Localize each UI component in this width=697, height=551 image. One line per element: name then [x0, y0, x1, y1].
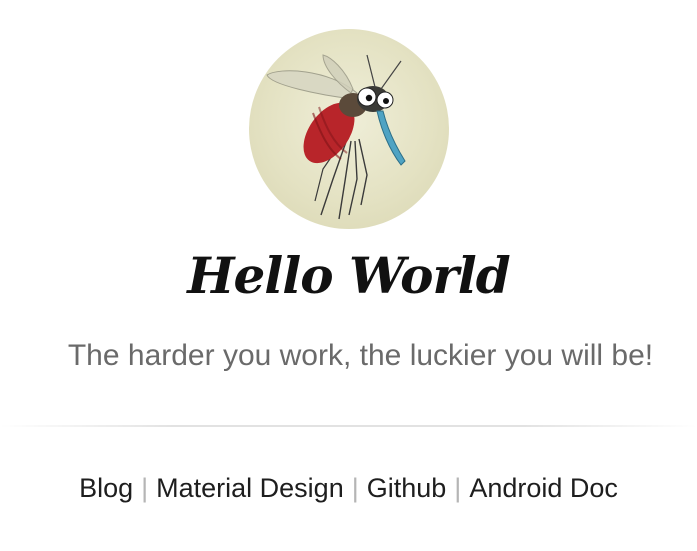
- profile-page: Hello World The harder you work, the luc…: [0, 0, 697, 551]
- footer-nav: Blog | Material Design | Github | Android Doc: [0, 470, 697, 506]
- link-separator: |: [454, 473, 462, 503]
- avatar: [249, 29, 449, 229]
- material-design-link[interactable]: Material Design: [156, 473, 344, 503]
- link-separator: |: [141, 473, 149, 503]
- mosquito-avatar-icon: [266, 54, 406, 220]
- link-separator: |: [351, 473, 359, 503]
- divider: [0, 425, 697, 427]
- android-doc-link[interactable]: Android Doc: [469, 473, 618, 503]
- page-title: Hello World: [187, 246, 511, 305]
- motto-text: The harder you work, the luckier you wil…: [67, 339, 654, 372]
- blog-link[interactable]: Blog: [79, 473, 133, 503]
- github-link[interactable]: Github: [367, 473, 447, 503]
